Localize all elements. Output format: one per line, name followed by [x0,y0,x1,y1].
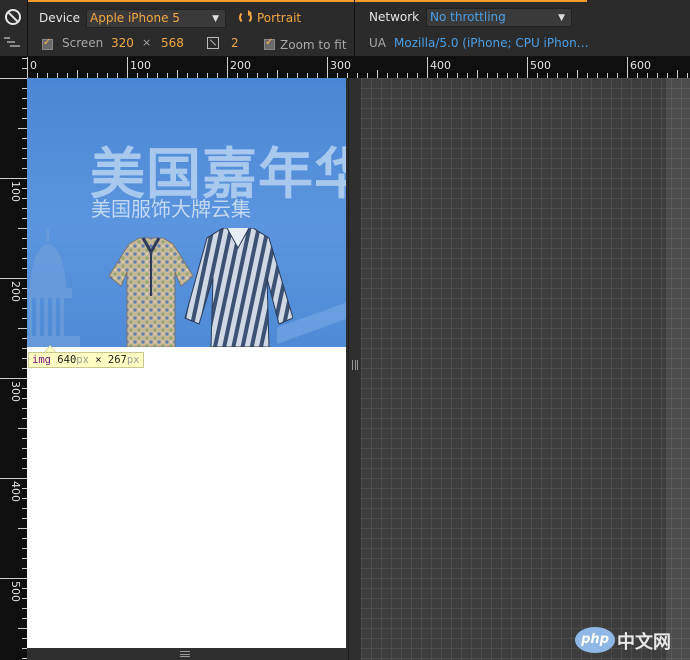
device-select-value: Apple iPhone 5 [90,11,180,25]
toolbar-accent-line [27,0,587,2]
tooltip-width: 640 [57,354,77,366]
watermark-text: 中文网 [617,632,671,653]
chevron-down-icon: ▼ [558,13,565,23]
ruler-label: 500 [530,59,551,72]
device-label: Device [39,11,81,25]
tooltip-height: 267 [107,354,127,366]
element-size-tooltip: img 640px × 267px [28,352,144,368]
resize-grip-icon [180,651,190,657]
device-mode-toolbar: Device Apple iPhone 5 ▼ Portrait Screen … [0,0,690,57]
ruler-label: 300 [330,59,351,72]
toolbar-separator [27,0,28,57]
screen-height-input[interactable]: 568 [161,36,184,50]
capitol-dome-image [27,228,80,347]
watermark-logo: php [575,627,615,653]
ruler-label: 300 [9,381,22,402]
ruler-label: 0 [30,59,37,72]
ruler-label: 500 [9,581,22,602]
horizontal-ruler-ticks: 0 100 200 300 400 500 600 [27,57,688,78]
ua-input[interactable]: Mozilla/5.0 (iPhone; CPU iPhon… [394,36,589,50]
watermark: php 中文网 [575,625,687,655]
banner-image[interactable]: 美国嘉年华 美国服饰大牌云集 [27,78,346,347]
toolbar-separator [354,0,355,57]
device-select[interactable]: Apple iPhone 5 ▼ [86,9,226,28]
tooltip-height-unit: px [126,354,140,366]
ruler-label: 400 [430,59,451,72]
network-label: Network [369,10,420,24]
resize-grip-icon [352,360,358,370]
vertical-ruler-ticks: 100 200 300 400 500 [0,58,27,659]
screen-times-sign: × [142,36,152,49]
screen-checkbox[interactable] [42,37,53,50]
pixel-ratio-icon [207,37,219,49]
disable-emulation-icon[interactable] [5,9,21,25]
viewport-height-resizer[interactable] [27,648,348,660]
emulation-settings-icon[interactable] [4,37,20,49]
tooltip-times-sign: × [88,354,108,366]
viewport-width-resizer[interactable] [348,78,361,660]
ruler-label: 100 [130,59,151,72]
ruler-label: 600 [630,59,651,72]
ruler-label: 100 [9,181,22,202]
size-tooltip-arrow [44,345,56,352]
banner-decoration [277,278,346,347]
ruler-label: 200 [9,281,22,302]
pixel-ratio-input[interactable]: 2 [231,36,239,50]
ruler-label: 400 [9,481,22,502]
horizontal-ruler: 0 100 200 300 400 500 600 [27,57,690,78]
vertical-ruler: 100 200 300 400 500 [0,57,27,660]
zoom-to-fit-checkbox[interactable] [264,37,275,50]
orientation-button[interactable]: Portrait [257,11,301,25]
network-select-value: No throttling [430,10,506,24]
outside-viewport-grid [361,78,690,660]
network-select[interactable]: No throttling ▼ [426,8,572,27]
banner-subtitle: 美国服饰大牌云集 [91,197,251,221]
tooltip-tag: img [32,354,51,366]
zoom-to-fit-label: Zoom to fit [280,38,347,52]
floral-blouse-image [109,237,193,347]
ua-label: UA [369,36,386,50]
chevron-down-icon: ▼ [212,14,219,24]
rotate-icon[interactable] [239,10,252,24]
screen-width-input[interactable]: 320 [111,36,134,50]
ruler-label: 200 [230,59,251,72]
screen-label: Screen [62,36,104,50]
tooltip-width-unit: px [76,354,89,366]
